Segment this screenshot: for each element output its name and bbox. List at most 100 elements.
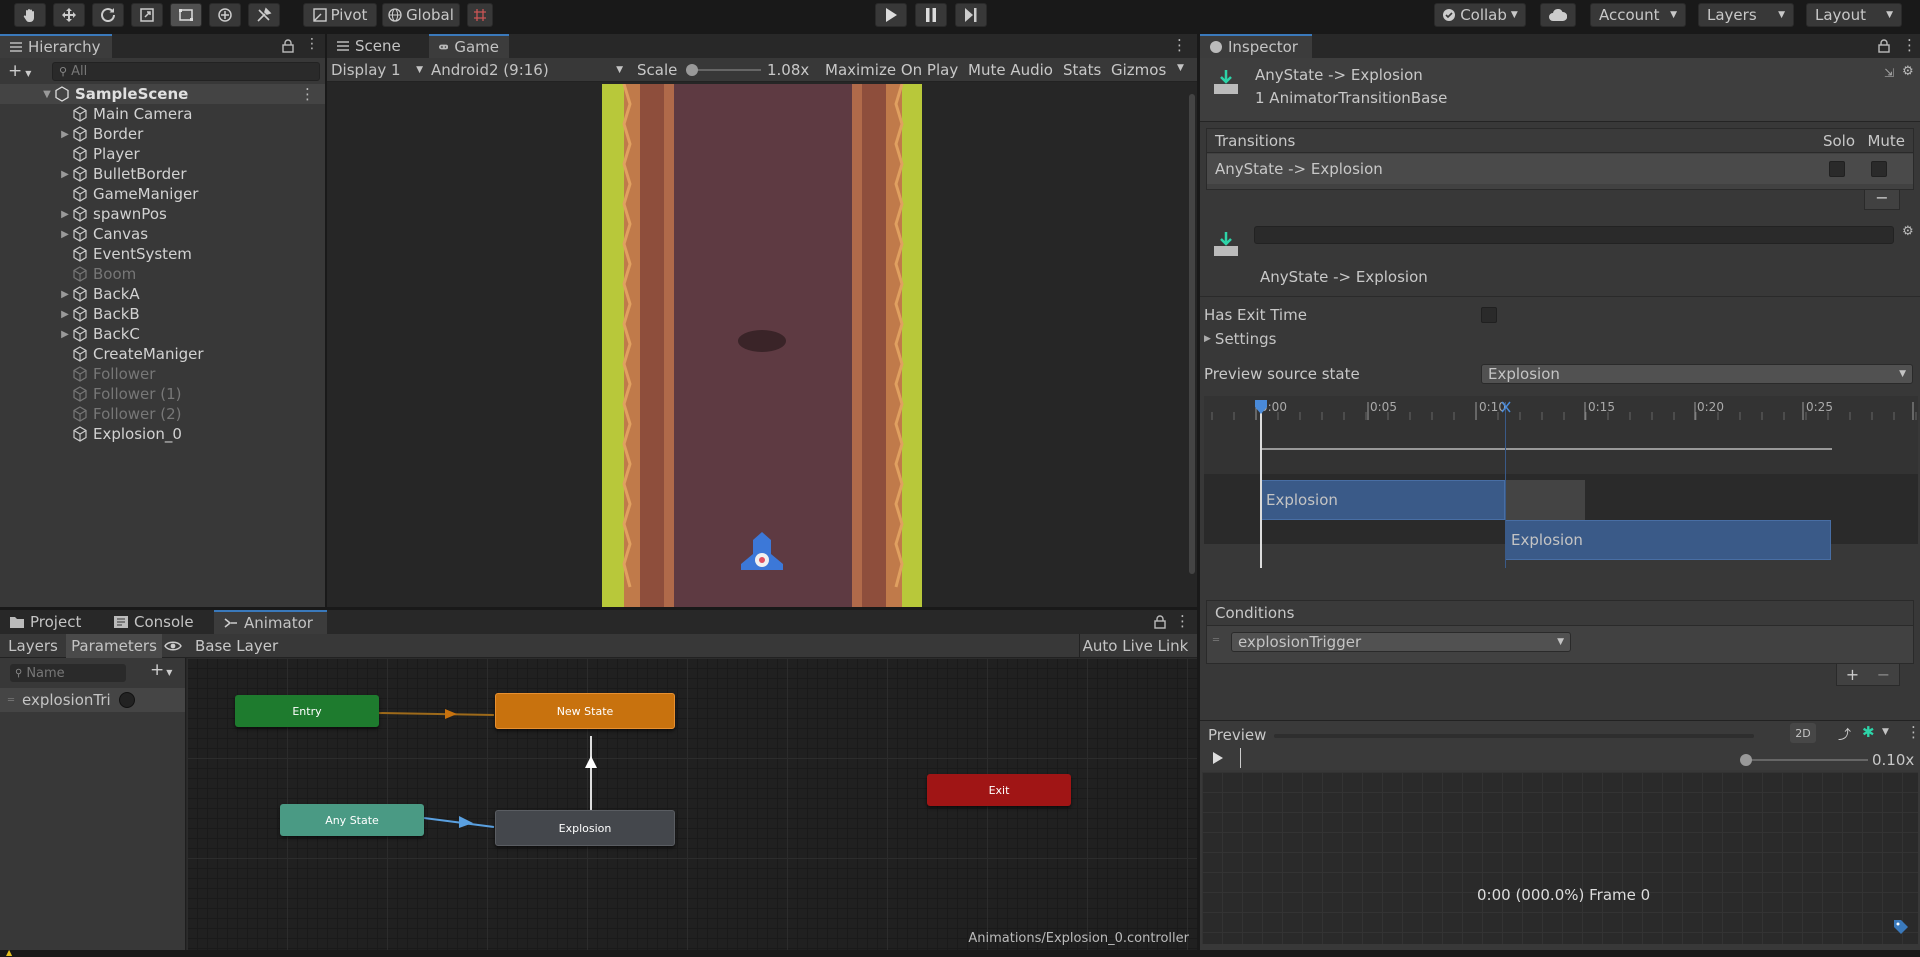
transition-handle-icon[interactable] — [1500, 400, 1512, 414]
scale-slider[interactable] — [686, 64, 761, 76]
expand-arrow-icon[interactable]: ▶ — [58, 229, 72, 240]
global-button[interactable]: Global — [382, 3, 460, 27]
tab-project[interactable]: Project — [0, 610, 104, 634]
tab-console[interactable]: Console — [104, 610, 214, 634]
playhead[interactable] — [1260, 402, 1262, 568]
expand-arrow-icon[interactable]: ▶ — [58, 129, 72, 140]
hierarchy-item[interactable]: ▶ Canvas — [0, 224, 325, 244]
hand-tool-button[interactable] — [14, 3, 46, 27]
hierarchy-item[interactable]: GameManiger — [0, 184, 325, 204]
eye-icon[interactable] — [164, 640, 182, 652]
kebab-menu-icon[interactable]: ⋮ — [300, 85, 315, 103]
expand-arrow-icon[interactable]: ▶ — [58, 209, 72, 220]
transform-tool-button[interactable] — [209, 3, 241, 27]
gear-icon[interactable]: ⚙ — [1902, 224, 1914, 239]
tab-animator[interactable]: Animator — [214, 610, 327, 634]
state-machine-graph[interactable]: Entry New State Exit Any State Explosion… — [187, 658, 1197, 950]
scene-row[interactable]: ▼ SampleScene ⋮ — [0, 84, 325, 104]
preview-time-cursor[interactable] — [1240, 748, 1241, 768]
pin-icon[interactable]: ⇲ — [1884, 66, 1894, 80]
trigger-radio[interactable] — [119, 692, 135, 708]
add-parameter-button[interactable]: + ▼ — [150, 660, 172, 680]
hierarchy-item[interactable]: ▶ BackA — [0, 284, 325, 304]
solo-checkbox[interactable] — [1829, 161, 1845, 177]
expand-arrow-icon[interactable]: ▶ — [58, 289, 72, 300]
kebab-menu-icon[interactable]: ⋮ — [1175, 612, 1190, 630]
cloud-button[interactable] — [1540, 3, 1576, 27]
pivot-button[interactable]: Pivot — [303, 3, 377, 27]
tab-scene[interactable]: Scene — [327, 34, 427, 58]
kebab-menu-icon[interactable]: ⋮ — [305, 36, 319, 52]
transition-list-item[interactable]: AnyState -> Explosion — [1207, 154, 1913, 184]
breadcrumb-base-layer[interactable]: Base Layer — [195, 637, 278, 655]
tab-inspector[interactable]: Inspector — [1200, 34, 1312, 58]
state-exit[interactable]: Exit — [927, 774, 1071, 806]
mute-checkbox[interactable] — [1871, 161, 1887, 177]
collab-button[interactable]: Collab ▼ — [1434, 3, 1526, 27]
playhead-marker-icon[interactable] — [1253, 400, 1269, 414]
lock-icon[interactable] — [1154, 615, 1166, 629]
layers-tab[interactable]: Layers — [0, 634, 66, 658]
gizmos-toggle[interactable]: Gizmos — [1111, 61, 1166, 79]
play-icon[interactable] — [1212, 752, 1224, 764]
remove-condition-button[interactable]: − — [1877, 665, 1890, 684]
drag-handle-icon[interactable]: ═ — [8, 695, 14, 706]
hierarchy-item[interactable]: EventSystem — [0, 244, 325, 264]
layers-button[interactable]: Layers ▼ — [1698, 3, 1794, 27]
custom-tool-button[interactable] — [248, 3, 280, 27]
rotate-tool-button[interactable] — [92, 3, 124, 27]
expand-arrow-icon[interactable]: ▼ — [40, 89, 54, 100]
state-entry[interactable]: Entry — [235, 695, 379, 727]
transition-name-input[interactable] — [1254, 226, 1894, 244]
hierarchy-item[interactable]: ▶ spawnPos — [0, 204, 325, 224]
expand-arrow-icon[interactable]: ▶ — [58, 309, 72, 320]
expand-arrow-icon[interactable]: ▶ — [58, 169, 72, 180]
preview-source-dropdown[interactable]: Explosion ▼ — [1481, 364, 1913, 384]
state-explosion[interactable]: Explosion — [495, 810, 675, 846]
parameters-tab[interactable]: Parameters — [66, 634, 162, 658]
hierarchy-item[interactable]: Follower — [0, 364, 325, 384]
step-button[interactable] — [955, 3, 987, 27]
hierarchy-item[interactable]: Follower (1) — [0, 384, 325, 404]
speed-slider[interactable] — [1740, 754, 1868, 766]
kebab-menu-icon[interactable]: ⋮ — [1172, 36, 1187, 54]
hierarchy-item[interactable]: ▶ Border — [0, 124, 325, 144]
hierarchy-search-input[interactable]: ⚲ All — [52, 62, 320, 81]
hierarchy-item[interactable]: Boom — [0, 264, 325, 284]
clip-explosion-source[interactable]: Explosion — [1260, 480, 1505, 520]
layout-button[interactable]: Layout ▼ — [1806, 3, 1902, 27]
display-dropdown[interactable]: Display 1 ▼ — [331, 60, 427, 80]
grid-snap-button[interactable] — [467, 3, 493, 27]
hierarchy-item[interactable]: ▶ BackC — [0, 324, 325, 344]
kebab-menu-icon[interactable]: ⋮ — [1902, 36, 1917, 54]
tab-hierarchy[interactable]: Hierarchy — [0, 34, 112, 58]
parameter-search-input[interactable]: ⚲ Name — [10, 664, 126, 682]
hierarchy-item[interactable]: CreateManiger — [0, 344, 325, 364]
game-viewport[interactable] — [602, 84, 922, 607]
condition-dropdown[interactable]: explosionTrigger ▼ — [1231, 632, 1571, 652]
transition-timeline[interactable]: 0:00 0:05 0:10 0:15 0:20 0:25 Explosion … — [1204, 396, 1918, 568]
clip-explosion-destination[interactable]: Explosion — [1505, 520, 1831, 560]
has-exit-time-checkbox[interactable] — [1481, 307, 1497, 323]
stats-toggle[interactable]: Stats — [1063, 61, 1101, 79]
account-button[interactable]: Account ▼ — [1590, 3, 1686, 27]
kebab-menu-icon[interactable]: ⋮ — [1906, 723, 1920, 741]
maximize-on-play-toggle[interactable]: Maximize On Play — [825, 61, 958, 79]
slider-thumb[interactable] — [1740, 754, 1752, 766]
hierarchy-item[interactable]: Main Camera — [0, 104, 325, 124]
game-scrollbar[interactable] — [1189, 94, 1195, 574]
slider-thumb[interactable] — [686, 64, 698, 76]
state-new-state[interactable]: New State — [495, 693, 675, 729]
add-object-button[interactable]: + ▼ — [8, 61, 31, 81]
hierarchy-item[interactable]: Player — [0, 144, 325, 164]
gear-icon[interactable]: ⚙ — [1902, 64, 1914, 79]
parameter-row[interactable]: ═ explosionTri — [0, 688, 185, 712]
expand-arrow-icon[interactable]: ▶ — [58, 329, 72, 340]
hierarchy-item[interactable]: Explosion_0 — [0, 424, 325, 444]
lock-icon[interactable] — [282, 39, 294, 53]
rect-tool-button[interactable] — [170, 3, 202, 27]
state-any-state[interactable]: Any State — [280, 804, 424, 836]
avatar-icon[interactable]: ✱ — [1862, 723, 1875, 741]
auto-live-link-button[interactable]: Auto Live Link — [1079, 634, 1191, 658]
hierarchy-item[interactable]: ▶ BulletBorder — [0, 164, 325, 184]
